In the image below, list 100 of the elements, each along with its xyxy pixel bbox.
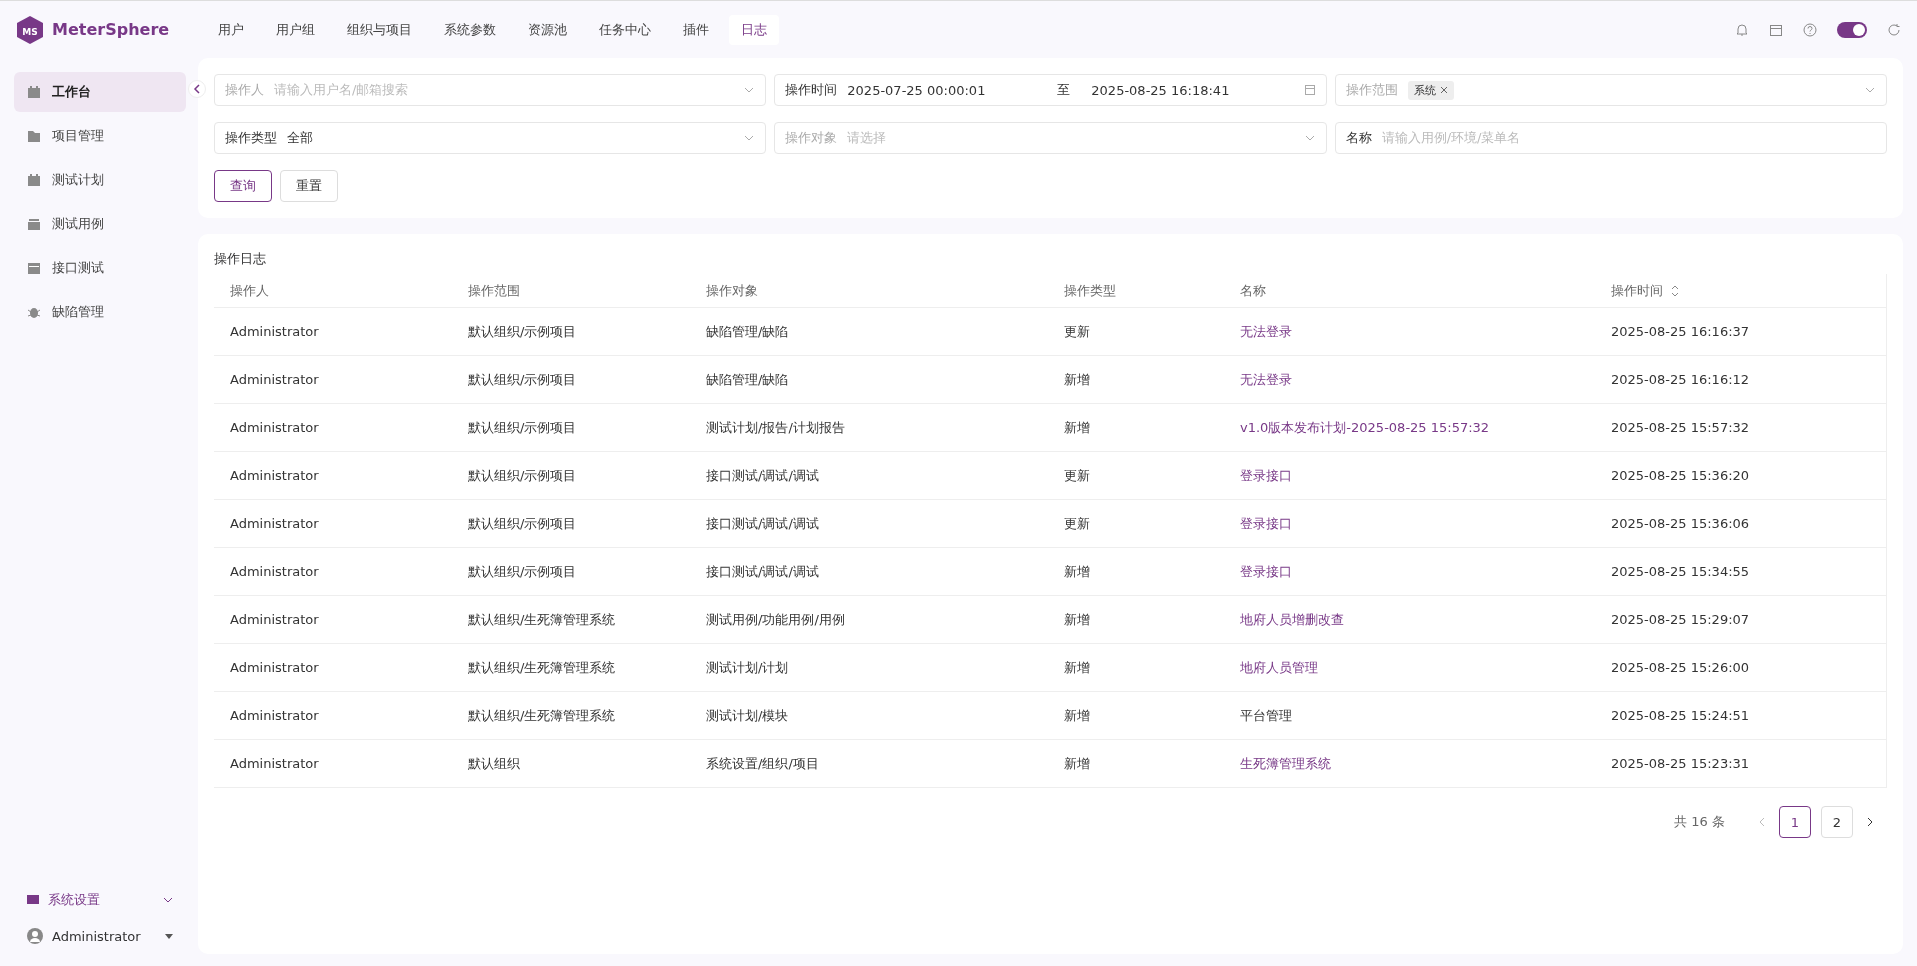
table-cell: 默认组织/示例项目: [452, 308, 690, 356]
logo-icon: MS: [16, 14, 44, 45]
theme-toggle[interactable]: [1837, 21, 1867, 38]
avatar-icon: [26, 927, 44, 945]
collapse-button[interactable]: [188, 80, 206, 98]
board-icon: [26, 84, 42, 100]
table-cell: 测试计划/计划: [690, 644, 1048, 692]
table-cell: 更新: [1048, 452, 1224, 500]
column-header: 名称: [1224, 274, 1595, 308]
table-cell: 测试计划/模块: [690, 692, 1048, 740]
table-cell: 默认组织/示例项目: [452, 452, 690, 500]
sidebar-item[interactable]: 缺陷管理: [14, 292, 186, 332]
select-field[interactable]: 操作类型 全部: [214, 122, 767, 154]
reset-button[interactable]: 重置: [280, 170, 338, 202]
name-link[interactable]: 生死簿管理系统: [1224, 740, 1595, 788]
table-cell: 缺陷管理/缺陷: [690, 356, 1048, 404]
table-cell: 接口测试/调试/调试: [690, 452, 1048, 500]
close-icon[interactable]: [1439, 86, 1448, 94]
name-link[interactable]: 地府人员管理: [1224, 644, 1595, 692]
calendar-icon: [1303, 84, 1316, 96]
table-cell: 2025-08-25 15:36:20: [1595, 452, 1886, 500]
name-link[interactable]: 登录接口: [1224, 548, 1595, 596]
page-button[interactable]: 1: [1779, 806, 1811, 838]
table-cell: 默认组织/示例项目: [452, 356, 690, 404]
table-cell: 2025-08-25 16:16:37: [1595, 308, 1886, 356]
column-header: 操作范围: [452, 274, 690, 308]
sort-icon[interactable]: [1671, 284, 1679, 297]
table-cell: 新增: [1048, 644, 1224, 692]
table-cell: 更新: [1048, 500, 1224, 548]
api-icon: [26, 260, 42, 276]
brand-name: MeterSphere: [52, 20, 170, 39]
input-field[interactable]: 名称 请输入用例/环境/菜单名: [1334, 122, 1887, 154]
total-count: 共 16 条: [1674, 813, 1725, 831]
sidebar-item[interactable]: 测试用例: [14, 204, 186, 244]
table-cell: 新增: [1048, 548, 1224, 596]
nav-tab[interactable]: 用户组: [264, 14, 327, 45]
table-cell: Administrator: [214, 596, 452, 644]
name-link[interactable]: 地府人员增删改查: [1224, 596, 1595, 644]
column-header: 操作类型: [1048, 274, 1224, 308]
column-header: 操作人: [214, 274, 452, 308]
help-icon[interactable]: [1803, 22, 1817, 37]
table-cell: Administrator: [214, 548, 452, 596]
nav-tab[interactable]: 插件: [671, 14, 721, 45]
table-cell: 默认组织/示例项目: [452, 548, 690, 596]
refresh-icon[interactable]: [1887, 22, 1901, 37]
table-cell: Administrator: [214, 644, 452, 692]
scope-tag: 系统: [1407, 80, 1454, 100]
table-cell: 2025-08-25 15:34:55: [1595, 548, 1886, 596]
chevron-left-icon: [193, 84, 201, 94]
table-cell: 平台管理: [1224, 692, 1595, 740]
table-cell: Administrator: [214, 692, 452, 740]
table-cell: 默认组织/生死簿管理系统: [452, 644, 690, 692]
calendar-icon[interactable]: [1769, 22, 1783, 37]
table-cell: 默认组织/生死簿管理系统: [452, 692, 690, 740]
nav-tab[interactable]: 资源池: [516, 14, 579, 45]
select-field[interactable]: 操作范围 系统: [1334, 74, 1887, 106]
date-range-field[interactable]: 操作时间 2025-07-25 00:00:01 至 2025-08-25 16:18:41: [774, 74, 1327, 106]
settings-menu[interactable]: 系统设置: [14, 882, 186, 918]
table-cell: 默认组织: [452, 740, 690, 788]
table-cell: Administrator: [214, 308, 452, 356]
nav-tab[interactable]: 任务中心: [587, 14, 663, 45]
sidebar-item[interactable]: 测试计划: [14, 160, 186, 200]
table-cell: 接口测试/调试/调试: [690, 500, 1048, 548]
table-cell: 接口测试/调试/调试: [690, 548, 1048, 596]
column-header[interactable]: 操作时间: [1595, 274, 1886, 308]
table-cell: Administrator: [214, 452, 452, 500]
monitor-icon: [26, 893, 40, 907]
table-cell: 新增: [1048, 692, 1224, 740]
table-cell: 默认组织/示例项目: [452, 500, 690, 548]
table-cell: 新增: [1048, 404, 1224, 452]
table-cell: 2025-08-25 15:36:06: [1595, 500, 1886, 548]
table-cell: Administrator: [214, 740, 452, 788]
sidebar-item[interactable]: 工作台: [14, 72, 186, 112]
query-button[interactable]: 查询: [214, 170, 272, 202]
nav-tab[interactable]: 用户: [206, 14, 256, 45]
caret-icon: [164, 931, 174, 941]
nav-tab[interactable]: 组织与项目: [335, 14, 424, 45]
table-cell: 2025-08-25 16:16:12: [1595, 356, 1886, 404]
name-link[interactable]: 无法登录: [1224, 308, 1595, 356]
table-cell: 更新: [1048, 308, 1224, 356]
page-button[interactable]: 2: [1821, 806, 1853, 838]
board-icon: [26, 172, 42, 188]
table-cell: 新增: [1048, 596, 1224, 644]
table-cell: Administrator: [214, 404, 452, 452]
stack-icon: [26, 216, 42, 232]
name-link[interactable]: 登录接口: [1224, 452, 1595, 500]
nav-tab[interactable]: 日志: [729, 14, 779, 45]
nav-tab[interactable]: 系统参数: [432, 14, 508, 45]
user-menu[interactable]: Administrator: [14, 918, 186, 954]
sidebar-item[interactable]: 接口测试: [14, 248, 186, 288]
name-link[interactable]: 登录接口: [1224, 500, 1595, 548]
name-link[interactable]: v1.0版本发布计划-2025-08-25 15:57:32: [1224, 404, 1595, 452]
table-cell: Administrator: [214, 356, 452, 404]
folder-icon: [26, 128, 42, 144]
bell-icon[interactable]: [1735, 22, 1749, 37]
sidebar-item[interactable]: 项目管理: [14, 116, 186, 156]
column-header: 操作对象: [690, 274, 1048, 308]
name-link[interactable]: 无法登录: [1224, 356, 1595, 404]
table-title: 操作日志: [214, 250, 267, 268]
table-cell: 默认组织/示例项目: [452, 404, 690, 452]
